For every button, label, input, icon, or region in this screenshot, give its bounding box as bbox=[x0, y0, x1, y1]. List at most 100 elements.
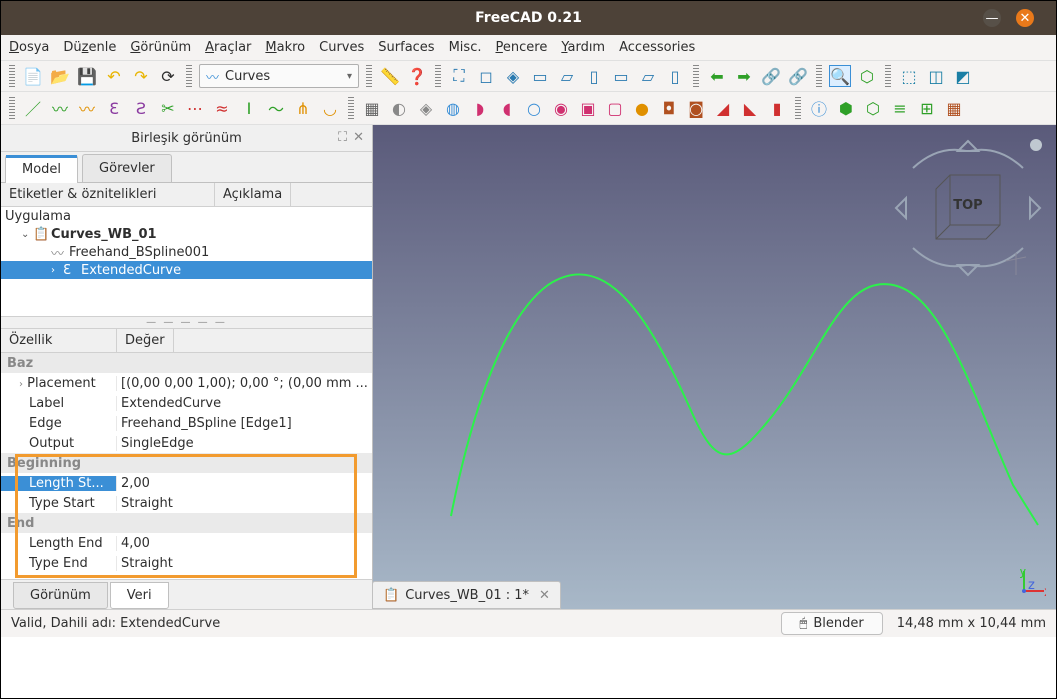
link-icon2[interactable]: 🔗 bbox=[787, 65, 809, 87]
new-file-icon[interactable]: 📄 bbox=[22, 65, 44, 87]
toolbar-handle[interactable] bbox=[885, 65, 891, 87]
selection-box-icon[interactable]: 🔍 bbox=[829, 65, 851, 87]
pipeshell-icon[interactable]: ○ bbox=[523, 97, 545, 119]
undo-icon[interactable]: ↶ bbox=[103, 65, 125, 87]
grid-icon[interactable]: ▦ bbox=[943, 97, 965, 119]
tab-tasks[interactable]: Görevler bbox=[82, 154, 172, 182]
bspline-surf-icon[interactable]: ⊞ bbox=[916, 97, 938, 119]
discretize-icon[interactable]: ⋯ bbox=[184, 97, 206, 119]
tool-icon3[interactable]: ◙ bbox=[685, 97, 707, 119]
solid-icon2[interactable]: ⬡ bbox=[862, 97, 884, 119]
sweep-icon[interactable]: ◗ bbox=[469, 97, 491, 119]
part-icon2[interactable]: ◫ bbox=[925, 65, 947, 87]
chevron-down-icon[interactable]: ⌄ bbox=[21, 229, 33, 240]
toolbar-handle[interactable] bbox=[693, 65, 699, 87]
workbench-selector[interactable]: 〰 Curves ▾ bbox=[199, 64, 359, 88]
mixed-curve-icon[interactable]: 〰 bbox=[76, 97, 98, 119]
compress-icon[interactable]: ▢ bbox=[604, 97, 626, 119]
prop-header-name[interactable]: Özellik bbox=[1, 329, 117, 352]
toolbar-handle[interactable] bbox=[366, 65, 372, 87]
zebra-tool-icon[interactable]: ▦ bbox=[361, 97, 383, 119]
prop-placement[interactable]: › Placement[(0,00 0,00 1,00); 0,00 °; (0… bbox=[1, 373, 372, 393]
document-tab[interactable]: 📋 Curves_WB_01 : 1* ✕ bbox=[373, 581, 561, 609]
expand-icon[interactable]: ⛶ bbox=[338, 130, 347, 145]
line-tool-icon[interactable]: ／ bbox=[22, 97, 44, 119]
redo-icon[interactable]: ↷ bbox=[130, 65, 152, 87]
menu-macro[interactable]: Makro bbox=[265, 40, 305, 55]
toolbar-handle[interactable] bbox=[9, 97, 15, 119]
curve-on-surf-icon[interactable]: ◡ bbox=[319, 97, 341, 119]
toolbar-handle[interactable] bbox=[816, 65, 822, 87]
trim-face-icon[interactable]: ◐ bbox=[388, 97, 410, 119]
comb-plot-icon[interactable]: ⋔ bbox=[292, 97, 314, 119]
solid-icon[interactable]: ⬢ bbox=[835, 97, 857, 119]
nav-fwd-icon[interactable]: ➡ bbox=[733, 65, 755, 87]
tool-icon6[interactable]: ▮ bbox=[766, 97, 788, 119]
prop-header-value[interactable]: Değer bbox=[117, 329, 174, 352]
toolbar-handle[interactable] bbox=[9, 65, 15, 87]
front-view-icon[interactable]: ▭ bbox=[529, 65, 551, 87]
model-tree[interactable]: Uygulama ⌄ 📋 Curves_WB_01 〰 Freehand_BSp… bbox=[1, 207, 372, 317]
prop-length-start[interactable]: Length St...2,00 bbox=[1, 473, 372, 493]
part-icon3[interactable]: ◩ bbox=[952, 65, 974, 87]
menu-edit[interactable]: Düzenle bbox=[63, 40, 116, 55]
refresh-icon[interactable]: ⟳ bbox=[157, 65, 179, 87]
link-icon[interactable]: 🔗 bbox=[760, 65, 782, 87]
right-view-icon[interactable]: ▯ bbox=[583, 65, 605, 87]
info-icon[interactable]: ⓘ bbox=[808, 97, 830, 119]
lines-icon[interactable]: ≡ bbox=[889, 97, 911, 119]
fit-all-icon[interactable]: ⛶ bbox=[448, 65, 470, 87]
tree-header-labels[interactable]: Etiketler & öznitelikleri bbox=[1, 183, 215, 206]
split-curve-icon[interactable]: ✂ bbox=[157, 97, 179, 119]
measure-icon[interactable]: 📏 bbox=[379, 65, 401, 87]
join-curve-icon[interactable]: Ƨ bbox=[130, 97, 152, 119]
tool-icon2[interactable]: ◘ bbox=[658, 97, 680, 119]
editable-spline-icon[interactable]: 〰 bbox=[49, 97, 71, 119]
gordon-icon[interactable]: ◉ bbox=[550, 97, 572, 119]
toolbar-handle[interactable] bbox=[186, 65, 192, 87]
fit-sel-icon[interactable]: ◻ bbox=[475, 65, 497, 87]
left-view-icon[interactable]: ▯ bbox=[664, 65, 686, 87]
menu-help[interactable]: Yardım bbox=[561, 40, 605, 55]
nav-style-button[interactable]: 🖱 Blender bbox=[781, 612, 883, 635]
panel-close-icon[interactable]: ✕ bbox=[353, 130, 364, 145]
3d-viewport[interactable]: TOP x y z 📋 Curves_WB_01 : 1* ✕ bbox=[373, 125, 1056, 609]
prop-output[interactable]: OutputSingleEdge bbox=[1, 433, 372, 453]
toolbar-handle[interactable] bbox=[795, 97, 801, 119]
tool-icon[interactable]: ● bbox=[631, 97, 653, 119]
minimize-button[interactable]: — bbox=[983, 9, 1001, 27]
menu-accessories[interactable]: Accessories bbox=[619, 40, 695, 55]
menu-view[interactable]: Görünüm bbox=[130, 40, 191, 55]
close-tab-icon[interactable]: ✕ bbox=[539, 588, 550, 603]
nav-back-icon[interactable]: ⬅ bbox=[706, 65, 728, 87]
prop-length-end[interactable]: Length End4,00 bbox=[1, 533, 372, 553]
sketch-surf-icon[interactable]: ◍ bbox=[442, 97, 464, 119]
navigation-cube[interactable]: TOP bbox=[888, 133, 1048, 293]
menu-file[interactable]: Dosya bbox=[9, 40, 49, 55]
tab-model[interactable]: Model bbox=[5, 155, 78, 183]
whatsthis-icon[interactable]: ❓ bbox=[406, 65, 428, 87]
tab-view[interactable]: Görünüm bbox=[13, 582, 108, 609]
toolbar-handle[interactable] bbox=[348, 97, 354, 119]
prop-type-start[interactable]: Type StartStraight bbox=[1, 493, 372, 513]
menu-windows[interactable]: Pencere bbox=[495, 40, 547, 55]
tree-row-app[interactable]: Uygulama bbox=[1, 207, 372, 225]
open-file-icon[interactable]: 📂 bbox=[49, 65, 71, 87]
rear-view-icon[interactable]: ▭ bbox=[610, 65, 632, 87]
menu-tools[interactable]: Araçlar bbox=[205, 40, 251, 55]
extend-curve-icon[interactable]: Ɛ bbox=[103, 97, 125, 119]
tool-icon4[interactable]: ◢ bbox=[712, 97, 734, 119]
menu-misc[interactable]: Misc. bbox=[449, 40, 482, 55]
tree-row-doc[interactable]: ⌄ 📋 Curves_WB_01 bbox=[1, 225, 372, 243]
save-icon[interactable]: 💾 bbox=[76, 65, 98, 87]
prop-label[interactable]: LabelExtendedCurve bbox=[1, 393, 372, 413]
chevron-right-icon[interactable]: › bbox=[51, 265, 63, 276]
interpolate-icon[interactable]: ⵏ bbox=[238, 97, 260, 119]
iso-view-icon[interactable]: ◈ bbox=[502, 65, 524, 87]
prop-type-end[interactable]: Type EndStraight bbox=[1, 553, 372, 573]
top-view-icon[interactable]: ▱ bbox=[556, 65, 578, 87]
prop-edge[interactable]: EdgeFreehand_BSpline [Edge1] bbox=[1, 413, 372, 433]
bottom-view-icon[interactable]: ▱ bbox=[637, 65, 659, 87]
close-button[interactable]: ✕ bbox=[1016, 9, 1034, 27]
toolbar-handle[interactable] bbox=[435, 65, 441, 87]
